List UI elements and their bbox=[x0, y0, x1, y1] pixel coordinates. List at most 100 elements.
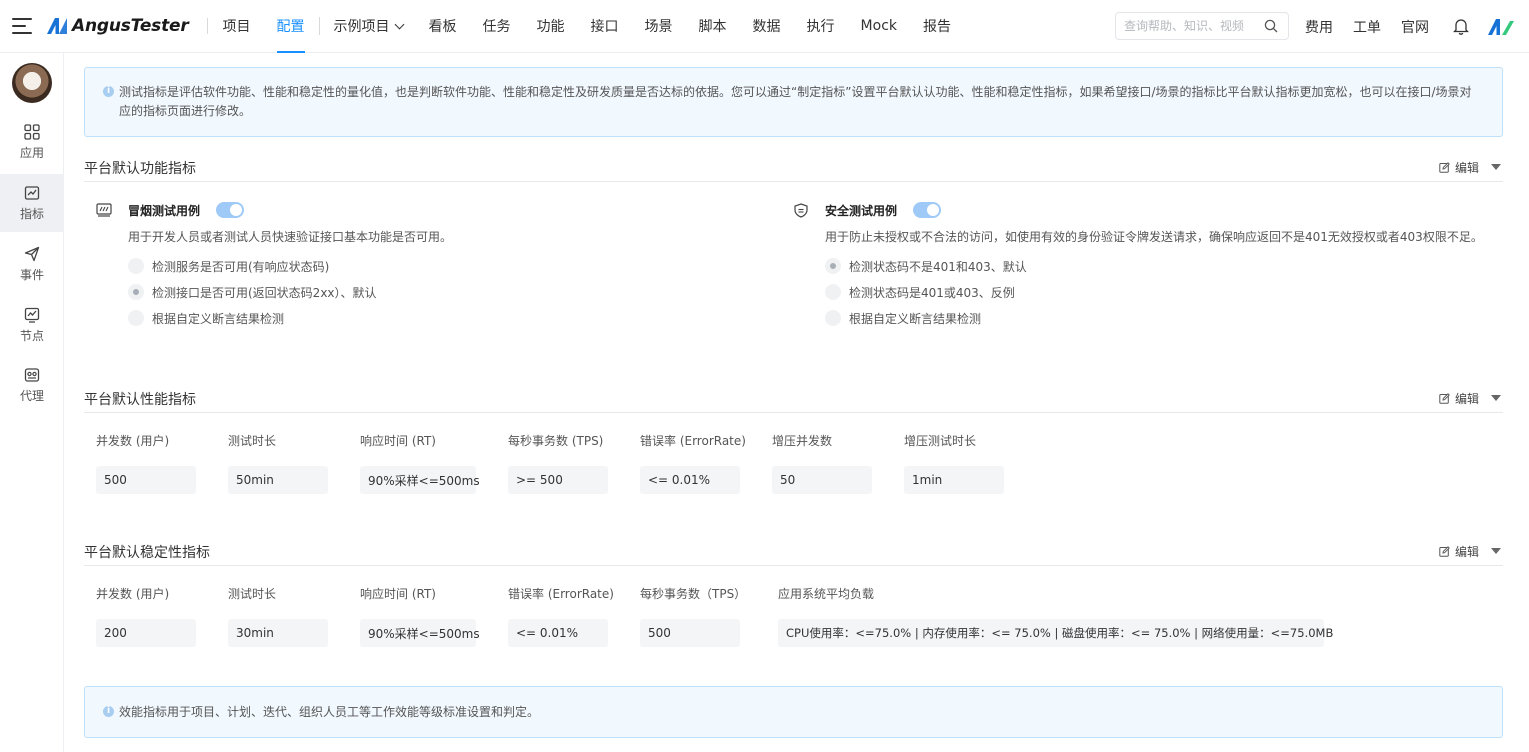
link-billing[interactable]: 费用 bbox=[1305, 17, 1333, 37]
metric-value: 90%采样<=500ms bbox=[360, 619, 480, 647]
nav-execution[interactable]: 执行 bbox=[807, 0, 835, 53]
edit-icon bbox=[1439, 162, 1450, 173]
app-logo[interactable]: AngusTester bbox=[46, 16, 189, 36]
nav-functional[interactable]: 功能 bbox=[537, 0, 565, 53]
nav-data[interactable]: 数据 bbox=[753, 0, 781, 53]
security-option-negative[interactable]: 检测状态码是401或403、反例 bbox=[825, 279, 1513, 305]
nav-apis[interactable]: 接口 bbox=[591, 0, 619, 53]
sidebar-item-metrics[interactable]: 指标 bbox=[0, 174, 64, 232]
nav-kanban[interactable]: 看板 bbox=[429, 0, 457, 53]
perf-collapse-caret-icon[interactable] bbox=[1491, 395, 1501, 401]
radio-label: 检测状态码不是401和403、默认 bbox=[849, 259, 1027, 274]
metric-label: 增压测试时长 bbox=[904, 434, 977, 448]
metric-label: 测试时长 bbox=[228, 434, 277, 448]
project-selector-label: 示例项目 bbox=[333, 19, 390, 35]
main-content: i 测试指标是评估软件功能、性能和稳定性的量化值，也是判断软件功能、性能和稳定性… bbox=[64, 53, 1529, 752]
radio-button[interactable] bbox=[825, 310, 841, 326]
nav-projects[interactable]: 项目 bbox=[223, 0, 251, 53]
metric-label: 错误率 (ErrorRate) bbox=[508, 587, 614, 601]
metric-label: 每秒事务数（TPS） bbox=[640, 587, 747, 601]
nav-scripts[interactable]: 脚本 bbox=[699, 0, 727, 53]
nav-tasks[interactable]: 任务 bbox=[483, 0, 511, 53]
smoke-test-desc: 用于开发人员或者测试人员快速验证接口基本功能是否可用。 bbox=[128, 230, 453, 244]
metric-value: 1min bbox=[904, 466, 1004, 494]
perf-edit-button[interactable]: 编辑 bbox=[1439, 390, 1479, 407]
nav-scenarios[interactable]: 场景 bbox=[645, 0, 673, 53]
metric-label: 测试时长 bbox=[228, 587, 277, 601]
security-test-desc: 用于防止未授权或不合法的访问，如使用有效的身份验证令牌发送请求，确保响应返回不是… bbox=[825, 230, 1483, 244]
header-divider bbox=[206, 18, 208, 34]
nav-reports[interactable]: 报告 bbox=[923, 0, 951, 53]
metric-label: 并发数 (用户) bbox=[96, 434, 170, 448]
smoke-option-assert[interactable]: 根据自定义断言结果检测 bbox=[128, 305, 696, 331]
smoke-option-service[interactable]: 检测服务是否可用(有响应状态码) bbox=[128, 253, 696, 279]
security-test-title: 安全测试用例 bbox=[825, 203, 898, 218]
security-test-case: 安全测试用例 用于防止未授权或不合法的访问，如使用有效的身份验证令牌发送请求，确… bbox=[793, 200, 1513, 331]
send-icon bbox=[24, 246, 40, 261]
stab-section-header: 平台默认稳定性指标 编辑 bbox=[84, 536, 1503, 566]
brand-mark-icon[interactable] bbox=[1487, 18, 1515, 36]
metric-value: 500 bbox=[96, 466, 196, 494]
search-icon[interactable] bbox=[1264, 19, 1278, 33]
perf-metric-concurrency: 并发数 (用户) 500 bbox=[96, 432, 196, 494]
security-option-assert[interactable]: 根据自定义断言结果检测 bbox=[825, 305, 1513, 331]
func-edit-button[interactable]: 编辑 bbox=[1439, 159, 1479, 176]
radio-button-checked[interactable] bbox=[825, 258, 841, 274]
security-test-toggle[interactable] bbox=[913, 202, 942, 218]
metric-label: 增压并发数 bbox=[772, 434, 833, 448]
edit-icon bbox=[1439, 393, 1450, 404]
smoke-option-api[interactable]: 检测接口是否可用(返回状态码2xx）、默认 bbox=[128, 279, 696, 305]
func-section-title: 平台默认功能指标 bbox=[84, 161, 196, 177]
smoke-test-toggle[interactable] bbox=[216, 202, 245, 218]
link-website[interactable]: 官网 bbox=[1401, 17, 1429, 37]
metric-label: 响应时间 (RT) bbox=[360, 587, 436, 601]
menu-icon[interactable] bbox=[12, 18, 32, 34]
project-selector[interactable]: 示例项目 bbox=[333, 0, 404, 53]
header-links: 费用 工单 官网 bbox=[1305, 0, 1515, 53]
stab-collapse-caret-icon[interactable] bbox=[1491, 548, 1501, 554]
stab-edit-label: 编辑 bbox=[1454, 545, 1479, 559]
link-tickets[interactable]: 工单 bbox=[1353, 17, 1381, 37]
sidebar-item-apps[interactable]: 应用 bbox=[0, 113, 64, 171]
search-input[interactable] bbox=[1124, 19, 1262, 33]
efficacy-notice: i 效能指标用于项目、计划、迭代、组织人员工等工作效能等级标准设置和判定。 bbox=[84, 686, 1503, 738]
func-collapse-caret-icon[interactable] bbox=[1491, 164, 1501, 170]
metric-value: CPU使用率：<=75.0% | 内存使用率：<= 75.0% | 磁盘使用率：… bbox=[778, 619, 1333, 647]
radio-button-checked[interactable] bbox=[128, 284, 144, 300]
security-option-default[interactable]: 检测状态码不是401和403、默认 bbox=[825, 253, 1513, 279]
radio-button[interactable] bbox=[128, 258, 144, 274]
nav-config[interactable]: 配置 bbox=[276, 0, 305, 53]
perf-metric-rt: 响应时间 (RT) 90%采样<=500ms bbox=[360, 432, 480, 494]
metric-value: <= 0.01% bbox=[640, 466, 740, 494]
nav-mock[interactable]: Mock bbox=[861, 0, 897, 53]
smoke-test-title: 冒烟测试用例 bbox=[128, 203, 201, 218]
left-sidebar: 应用 指标 事件 节点 代理 bbox=[0, 53, 64, 752]
radio-button[interactable] bbox=[128, 310, 144, 326]
perf-section-title: 平台默认性能指标 bbox=[84, 392, 196, 408]
efficacy-notice-text: 效能指标用于项目、计划、迭代、组织人员工等工作效能等级标准设置和判定。 bbox=[119, 705, 540, 719]
intro-notice: i 测试指标是评估软件功能、性能和稳定性的量化值，也是判断软件功能、性能和稳定性… bbox=[84, 67, 1503, 137]
sidebar-item-label: 应用 bbox=[19, 145, 44, 160]
perf-section-header: 平台默认性能指标 编辑 bbox=[84, 383, 1503, 413]
perf-metric-tps: 每秒事务数 (TPS) >= 500 bbox=[508, 432, 608, 494]
stab-section-title: 平台默认稳定性指标 bbox=[84, 545, 210, 561]
metric-value: 50 bbox=[772, 466, 872, 494]
bell-icon[interactable] bbox=[1453, 18, 1469, 35]
metric-value: 200 bbox=[96, 619, 196, 647]
sidebar-item-agents[interactable]: 代理 bbox=[0, 356, 64, 414]
perf-metric-error-rate: 错误率 (ErrorRate) <= 0.01% bbox=[640, 432, 746, 494]
stab-metric-tps: 每秒事务数（TPS） 500 bbox=[640, 585, 746, 647]
avatar[interactable] bbox=[12, 63, 52, 103]
monitor-chart-icon bbox=[24, 307, 40, 323]
chart-icon bbox=[24, 185, 40, 200]
sidebar-item-events[interactable]: 事件 bbox=[0, 235, 64, 293]
metric-value: >= 500 bbox=[508, 466, 608, 494]
radio-label: 根据自定义断言结果检测 bbox=[849, 311, 982, 326]
stab-metric-error-rate: 错误率 (ErrorRate) <= 0.01% bbox=[508, 585, 614, 647]
radio-button[interactable] bbox=[825, 284, 841, 300]
stab-edit-button[interactable]: 编辑 bbox=[1439, 543, 1479, 560]
metric-value: 500 bbox=[640, 619, 740, 647]
metric-label: 错误率 (ErrorRate) bbox=[640, 434, 746, 448]
stab-metric-rt: 响应时间 (RT) 90%采样<=500ms bbox=[360, 585, 480, 647]
sidebar-item-nodes[interactable]: 节点 bbox=[0, 296, 64, 354]
